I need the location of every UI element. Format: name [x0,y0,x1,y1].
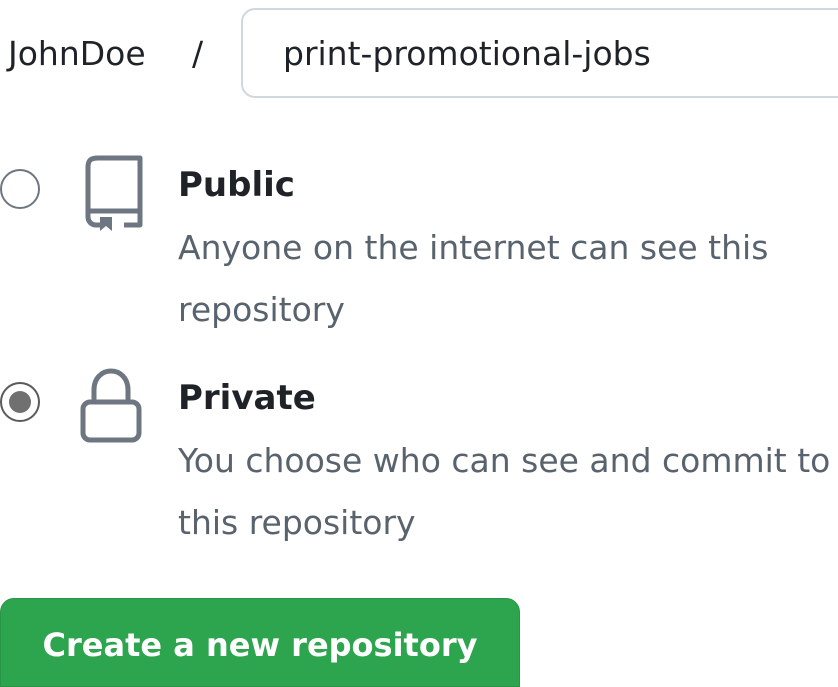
private-option-description: You choose who can see and commit to thi… [178,441,831,542]
private-radio[interactable] [0,382,40,422]
repo-book-icon [78,155,144,231]
create-repository-button[interactable]: Create a new repository [0,598,520,687]
public-radio[interactable] [0,169,40,209]
public-option-description: Anyone on the internet can see this repo… [178,228,769,329]
create-repository-form: JohnDoe / Public Anyone on the internet … [0,0,838,687]
public-option-title: Public [178,165,295,205]
visibility-option-public[interactable]: Public Anyone on the internet can see th… [0,155,838,335]
owner-repo-row: JohnDoe / [0,8,838,100]
owner-name[interactable]: JohnDoe [8,30,146,78]
private-option-title: Private [178,378,316,418]
repository-name-input[interactable] [241,8,838,98]
owner-repo-separator: / [192,34,204,73]
lock-icon [78,368,144,444]
visibility-option-private[interactable]: Private You choose who can see and commi… [0,368,838,548]
